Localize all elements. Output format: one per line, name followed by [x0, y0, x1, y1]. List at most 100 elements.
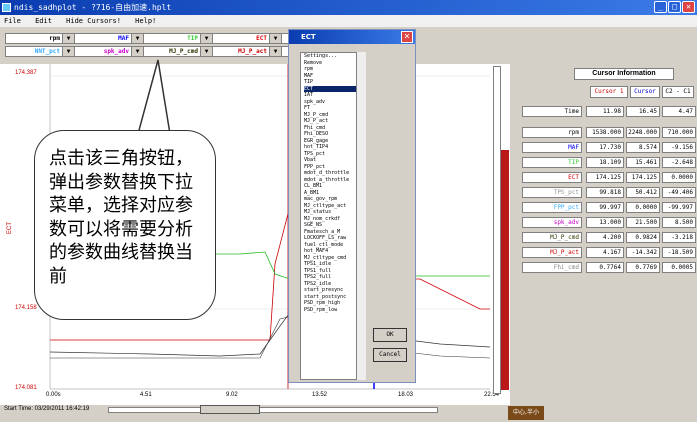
menu-bar: File Edit Hide Cursors! Help! — [0, 15, 697, 27]
dropdown-arrow-icon[interactable]: ▼ — [200, 47, 212, 56]
selector-label: NNT_pct — [34, 48, 60, 55]
row1-selector-3[interactable]: ECT ▼ — [212, 33, 282, 44]
cursor-value-c2: 0.0000 — [626, 202, 660, 213]
cursor-value-c2: -14.342 — [626, 247, 660, 258]
close-button[interactable]: ✕ — [682, 1, 695, 13]
menu-hide-cursors[interactable]: Hide Cursors! — [66, 17, 121, 25]
cursor-row: MJ_P_act 4.167 -14.342 -18.509 — [522, 247, 696, 259]
cursor-value-c1: 4.167 — [586, 247, 624, 258]
cursor-value-c2: 8.574 — [626, 142, 660, 153]
header-cursor-1: Cursor 1 — [590, 86, 628, 98]
cursor-info-title: Cursor Information — [574, 68, 674, 80]
cursor-row: Fhi_cmd 0.7764 0.7769 0.0005 — [522, 262, 696, 274]
dropdown-arrow-icon[interactable]: ▼ — [269, 47, 281, 56]
dropdown-arrow-icon[interactable]: ▼ — [269, 34, 281, 43]
cursor-value-diff: 710.000 — [662, 127, 696, 138]
cursor-value-diff: -2.648 — [662, 157, 696, 168]
cursor-row: rpm 1538.000 2248.000 710.000 — [522, 127, 696, 139]
y-axis-label: ECT — [7, 222, 13, 234]
cursor-value-c2: 0.9824 — [626, 232, 660, 243]
cursor-value-c1: 18.109 — [586, 157, 624, 168]
row2-selector-3[interactable]: MJ_P_act ▼ — [212, 46, 282, 57]
x-tick-4: 18.03 — [398, 392, 414, 398]
cursor-row-label: TIP — [522, 157, 582, 168]
cursor-value-diff: -18.509 — [662, 247, 696, 258]
parameter-dialog: ECT ✕ Settings... Remove rpm MAF TIP ECT IAT sp… — [288, 29, 416, 383]
cursor-row-label: Time — [522, 106, 582, 117]
x-tick-1: 4.51 — [140, 392, 152, 398]
cursor-value-c2: 174.125 — [626, 172, 660, 183]
vertical-scrollbar[interactable] — [493, 66, 501, 394]
cursor-value-c1: 4.200 — [586, 232, 624, 243]
cursor-row-label: rpm — [522, 127, 582, 138]
dropdown-arrow-icon[interactable]: ▼ — [62, 47, 74, 56]
selector-label: MJ_P_cmd — [169, 48, 198, 55]
horizontal-scroll-thumb[interactable] — [200, 405, 260, 414]
horizontal-scrollbar[interactable] — [108, 407, 438, 413]
cursor-value-c1: 0.7764 — [586, 262, 624, 273]
row2-selector-1[interactable]: spk_adv ▼ — [74, 46, 144, 57]
cursor-value-c2: 2248.000 — [626, 127, 660, 138]
parameter-list-scrollbar[interactable] — [356, 52, 366, 380]
cursor-value-diff: 0.0005 — [662, 262, 696, 273]
dropdown-arrow-icon[interactable]: ▼ — [200, 34, 212, 43]
menu-edit[interactable]: Edit — [35, 17, 52, 25]
cursor-row: TPS_pct 99.818 50.412 -49.406 — [522, 187, 696, 199]
row2-selector-0[interactable]: NNT_pct ▼ — [5, 46, 75, 57]
dropdown-arrow-icon[interactable]: ▼ — [131, 34, 143, 43]
cursor-value-diff: -9.156 — [662, 142, 696, 153]
dialog-title: ECT — [289, 30, 415, 44]
dropdown-arrow-icon[interactable]: ▼ — [131, 47, 143, 56]
cursor-value-diff: 4.47 — [662, 106, 696, 117]
center-button[interactable]: 中心,半小 — [508, 406, 544, 420]
cursor-value-c1: 174.125 — [586, 172, 624, 183]
cursor-value-c2: 21.500 — [626, 217, 660, 228]
selector-label: spk_adv — [103, 48, 129, 55]
cancel-button[interactable]: Cancel — [373, 348, 407, 362]
row1-selector-1[interactable]: MAF ▼ — [74, 33, 144, 44]
cursor-value-c1: 17.730 — [586, 142, 624, 153]
header-cursor-2: Cursor — [630, 86, 660, 98]
y-tick-bottom: 174.081 — [15, 385, 37, 391]
cursor-row-label: MJ_P_act — [522, 247, 582, 258]
window-titlebar: ndis_sadhplot - ?716-自由加速.hplt _ □ ✕ — [0, 0, 697, 15]
ok-button[interactable]: OK — [373, 328, 407, 342]
app-icon — [2, 3, 11, 12]
row2-selector-2[interactable]: MJ_P_cmd ▼ — [143, 46, 213, 57]
menu-file[interactable]: File — [4, 17, 21, 25]
cursor-value-diff: 8.500 — [662, 217, 696, 228]
cursor-value-c2: 15.461 — [626, 157, 660, 168]
cursor-value-c1: 99.997 — [586, 202, 624, 213]
cursor-value-c1: 1538.000 — [586, 127, 624, 138]
cursor-value-c2: 16.45 — [626, 106, 660, 117]
selector-label: TIP — [187, 35, 198, 42]
cursor-row-label: MJ_P_cmd — [522, 232, 582, 243]
cursor-value-diff: -3.218 — [662, 232, 696, 243]
selector-label: rpm — [49, 35, 60, 42]
cursor-value-diff: -49.406 — [662, 187, 696, 198]
menu-help[interactable]: Help! — [135, 17, 156, 25]
red-indicator-bar — [501, 150, 509, 390]
window-title: ndis_sadhplot - ?716-自由加速.hplt — [14, 3, 172, 12]
callout-annotation: 点击该三角按钮，弹出参数替换下拉菜单，选择对应参数可以将需要分析的参数曲线替换当… — [34, 130, 216, 320]
dialog-close-button[interactable]: ✕ — [401, 31, 413, 43]
cursor-value-c2: 0.7769 — [626, 262, 660, 273]
dropdown-arrow-icon[interactable]: ▼ — [62, 34, 74, 43]
x-tick-2: 9.02 — [226, 392, 238, 398]
cursor-row-label: MAF — [522, 142, 582, 153]
selector-label: MAF — [118, 35, 129, 42]
callout-pointer — [137, 59, 171, 135]
cursor-row-label: ECT — [522, 172, 582, 183]
maximize-button[interactable]: □ — [668, 1, 681, 13]
cursor-value-diff: -99.997 — [662, 202, 696, 213]
header-diff[interactable]: C2 - C1 — [662, 86, 694, 98]
cursor-row: MAF 17.730 8.574 -9.156 — [522, 142, 696, 154]
cursor-value-c1: 11.98 — [586, 106, 624, 117]
row1-selector-0[interactable]: rpm ▼ — [5, 33, 75, 44]
start-time: Start Time: 03/29/2011 16:42:19 — [4, 406, 90, 412]
row1-selector-2[interactable]: TIP ▼ — [143, 33, 213, 44]
minimize-button[interactable]: _ — [654, 1, 667, 13]
cursor-row: MJ_P_cmd 4.200 0.9824 -3.218 — [522, 232, 696, 244]
cursor-row-label: spk_adv — [522, 217, 582, 228]
cursor-row: ECT 174.125 174.125 0.0000 — [522, 172, 696, 184]
